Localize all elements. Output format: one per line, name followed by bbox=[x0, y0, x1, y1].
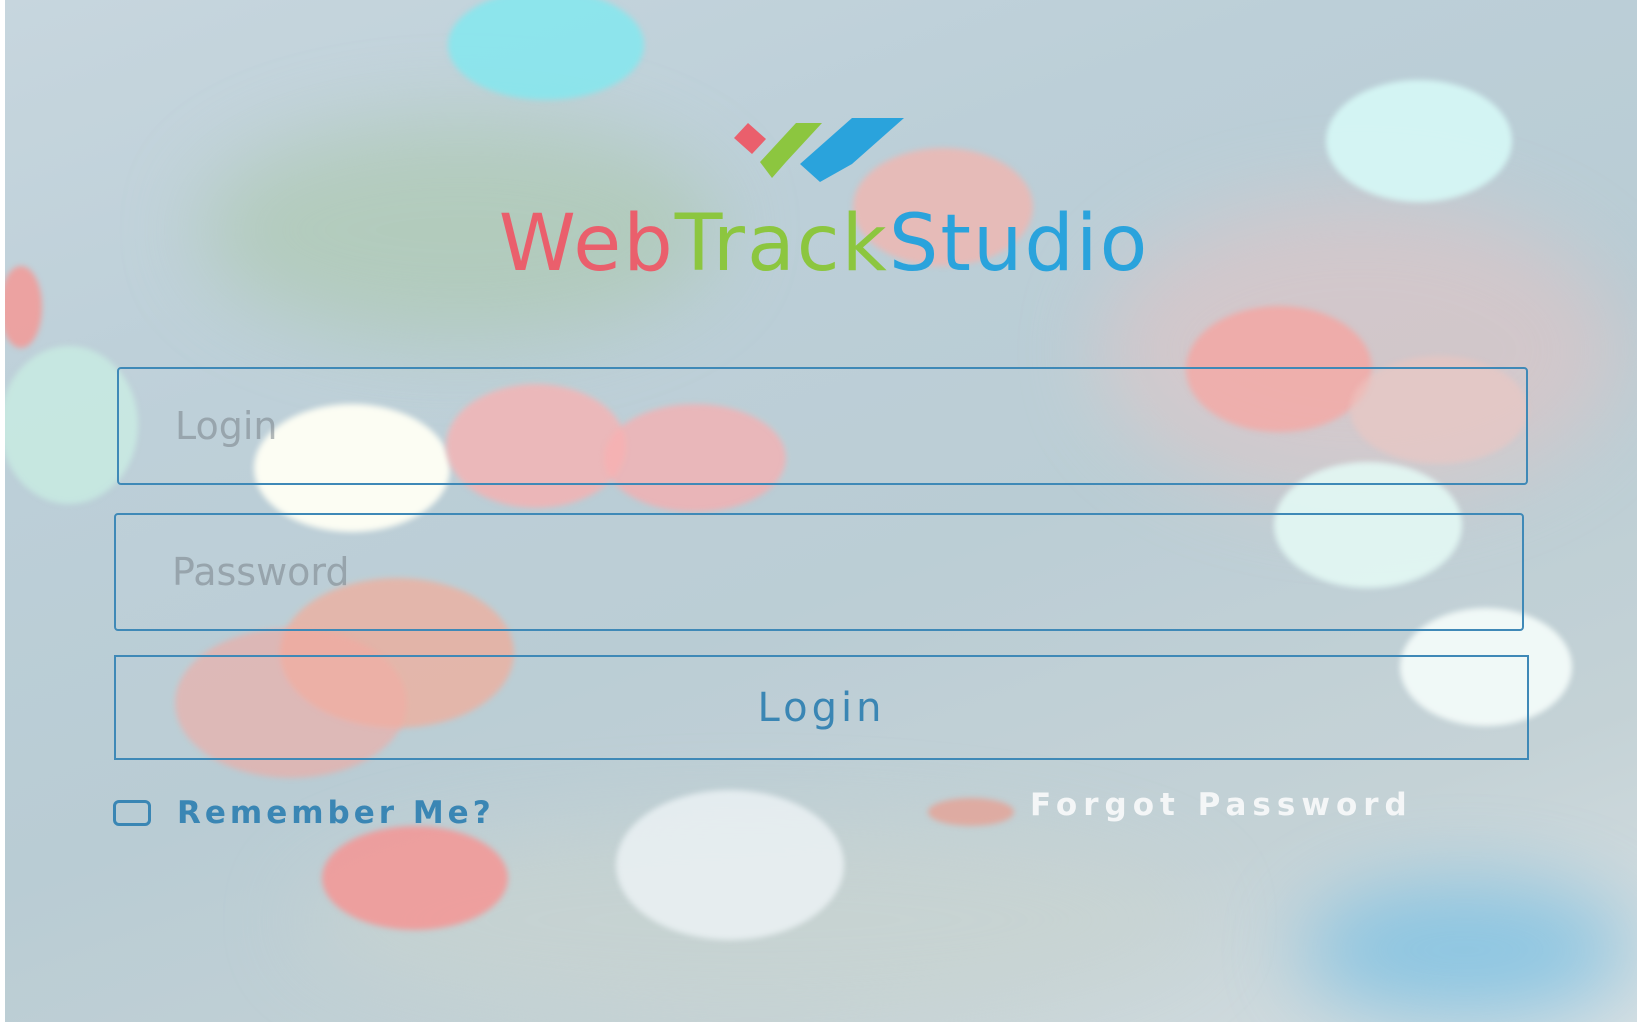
background-haze bbox=[1300, 880, 1630, 1020]
forgot-password-link[interactable]: Forgot Password bbox=[1030, 787, 1413, 823]
left-border bbox=[0, 0, 5, 1027]
bokeh-circle bbox=[616, 790, 844, 940]
bottom-border bbox=[0, 1022, 1637, 1027]
login-input[interactable] bbox=[119, 369, 1526, 483]
remember-me-toggle[interactable]: Remember Me? bbox=[113, 793, 495, 833]
brand-word-track: Track bbox=[674, 199, 889, 289]
bokeh-circle bbox=[928, 798, 1014, 826]
brand-word-studio: Studio bbox=[888, 199, 1150, 289]
bokeh-circle bbox=[1326, 80, 1512, 202]
login-field-wrapper bbox=[117, 367, 1528, 485]
brand-wordmark: WebTrackStudio bbox=[364, 205, 1284, 283]
logo-icon bbox=[734, 118, 904, 182]
remember-me-label: Remember Me? bbox=[177, 795, 495, 831]
login-button[interactable]: Login bbox=[114, 655, 1529, 760]
bokeh-circle bbox=[448, 0, 644, 100]
brand-word-web: Web bbox=[498, 199, 675, 289]
bokeh-circle bbox=[0, 266, 42, 348]
bokeh-circle bbox=[322, 826, 508, 930]
remember-me-checkbox[interactable] bbox=[113, 800, 151, 826]
password-field-wrapper bbox=[114, 513, 1524, 631]
password-input[interactable] bbox=[116, 515, 1522, 629]
login-screen: WebTrackStudio Login Remember Me? Forgot… bbox=[0, 0, 1637, 1027]
